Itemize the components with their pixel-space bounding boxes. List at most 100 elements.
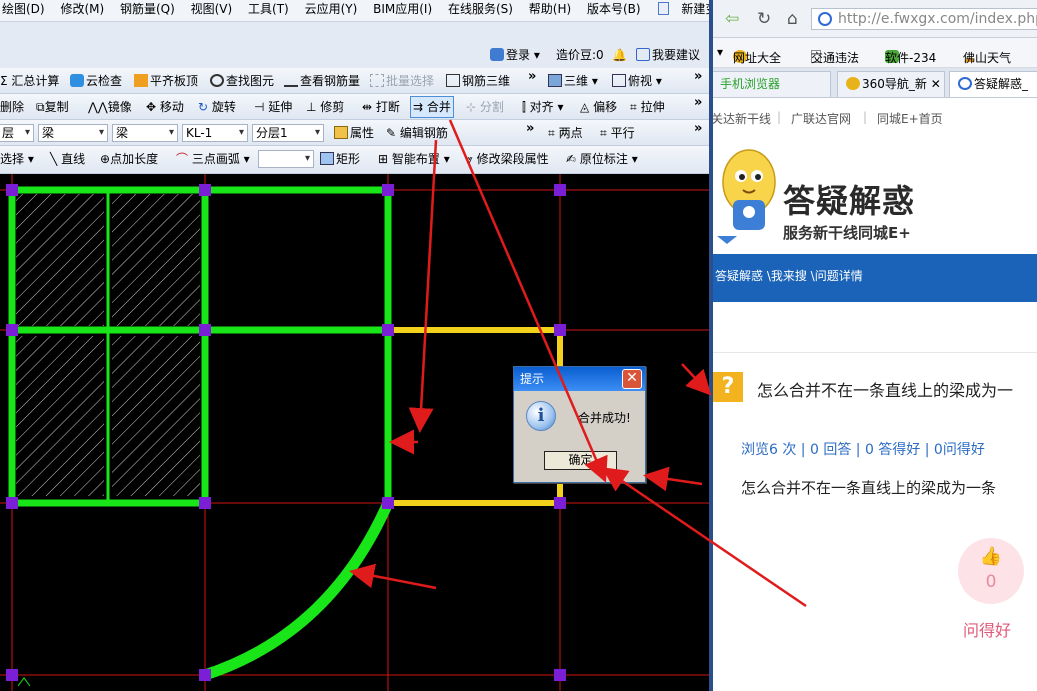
modify-span-button[interactable]: ⩔ 修改梁段属性 [466,150,549,168]
merge-label: 合并 [426,100,451,114]
summary-label: 汇总计算 [11,74,60,88]
ok-button[interactable]: 确定 [544,451,617,470]
sitenav-link-1[interactable]: 关达新干线 [713,110,771,127]
find-element-button[interactable]: 查找图元 [210,72,274,90]
element-type-select[interactable]: 梁 [38,124,108,142]
split-button[interactable]: ⊹ 分割 [466,98,504,116]
cad-application: 绘图(D) 修改(M) 钢筋量(Q) 视图(V) 工具(T) 云应用(Y) BI… [0,0,709,691]
slab-3[interactable] [16,336,104,496]
extend-label: 延伸 [268,100,293,114]
summary-button[interactable]: Σ 汇总计算 [0,72,59,90]
tab-360-nav[interactable]: 360导航_新 ✕ [837,71,945,97]
slab-4[interactable] [112,336,200,496]
login-bar: 登录 ▾ 造价豆:0 🔔 我要建议 [0,42,709,68]
merge-button[interactable]: ⇉ 合并 [410,96,454,118]
copy-button[interactable]: ⧉复制 [36,98,69,116]
bell-icon[interactable]: 🔔 [612,46,627,64]
menu-bim[interactable]: BIM应用(I) [371,0,432,18]
menu-draw[interactable]: 绘图(D) [0,0,45,18]
menu-modify[interactable]: 修改(M) [58,0,104,18]
menu-help[interactable]: 帮助(H) [527,0,571,18]
edit-rebar-button[interactable]: ✎ 编辑钢筋 [386,124,448,142]
three-point-arc-button[interactable]: ⌒ 三点画弧 ▾ [176,150,250,168]
find-icon [210,74,224,87]
back-icon[interactable]: ⇦ [725,9,739,29]
close-icon[interactable]: ✕ [622,369,642,389]
menu-version[interactable]: 版本号(B) [585,0,641,18]
rect-button[interactable]: 矩形 [320,150,360,168]
align-slab-button[interactable]: 平齐板顶 [134,72,198,90]
menu-rebar-qty[interactable]: 钢筋量(Q) [118,0,175,18]
mirror-button[interactable]: ⋀⋀镜像 [88,98,132,116]
delete-button[interactable]: 删除 [0,98,24,116]
element-name-select[interactable]: KL-1 [182,124,248,142]
toolbar-more-1b[interactable]: » [694,69,702,84]
grid-icon [446,74,460,87]
address-bar[interactable]: http://e.fwxgx.com/index.php [811,8,1037,30]
move-button[interactable]: ✥ 移动 [146,98,184,116]
smart-layout-button[interactable]: ⊞ 智能布置 ▾ [378,150,450,168]
select-dropdown[interactable]: 选择 ▾ [0,150,34,168]
tab-mobile-browser[interactable]: 手机浏览器 [713,71,831,97]
menu-online[interactable]: 在线服务(S) [446,0,513,18]
toolbar-more-3[interactable]: » [526,121,534,136]
copy-label: 复制 [44,100,69,114]
property-button[interactable]: 属性 [334,124,374,142]
like-button[interactable]: 👍 0 [958,538,1024,604]
point-length-icon: ⊕ [100,152,111,166]
offset-button[interactable]: ◬ 偏移 [580,98,617,116]
modify-span-label: 修改梁段属性 [476,152,549,166]
stretch-button[interactable]: ⌗ 拉伸 [630,98,665,116]
floor-select[interactable]: 层 [0,124,34,142]
bookmarks-menu-icon[interactable]: ▾ [717,44,723,60]
point-length-button[interactable]: ⊕点加长度 [100,150,158,168]
parallel-label: 平行 [610,126,635,140]
price-bean-label: 造价豆:0 [556,48,604,62]
menu-new-change[interactable]: 新建变更 ▾ [656,0,709,18]
inplace-mark-button[interactable]: ✍ 原位标注 ▾ [566,150,638,168]
sitenav-link-2[interactable]: 广联达官网 [791,110,851,127]
rotate-button[interactable]: ↻ 旋转 [198,98,236,116]
menu-bar: 绘图(D) 修改(M) 钢筋量(Q) 视图(V) 工具(T) 云应用(Y) BI… [0,0,709,22]
toolbar-more-2[interactable]: » [694,95,702,110]
rebar-3d-button[interactable]: 钢筋三维 [446,72,510,90]
sigma-icon: Σ [0,74,8,88]
chat-icon [636,48,650,61]
extend-button[interactable]: ⊣ 延伸 [254,98,292,116]
align-button[interactable]: ⫿ 对齐 ▾ [522,98,564,116]
menu-cloud[interactable]: 云应用(Y) [303,0,358,18]
line-button[interactable]: ╲ 直线 [50,150,85,168]
site-logo[interactable]: 答疑解惑 服务新干线同城E+ [713,140,1037,258]
view-3d-dropdown[interactable]: 三维 ▾ [548,72,598,90]
sitenav-link-3[interactable]: 同城E+首页 [877,110,943,127]
toolbar-row-2: 删除 ⧉复制 ⋀⋀镜像 ✥ 移动 ↻ 旋转 ⊣ 延伸 ⊥ 修剪 ⇹ 打断 ⇉ 合… [0,94,709,120]
toolbar-more-1[interactable]: » [528,69,536,84]
view-rebar-button[interactable]: 查看钢筋量 [284,72,360,90]
tab-qa[interactable]: 答疑解惑_ [949,71,1037,97]
menu-view[interactable]: 视图(V) [189,0,233,18]
refresh-icon[interactable]: ↻ [757,9,771,29]
trim-button[interactable]: ⊥ 修剪 [306,98,344,116]
top-view-dropdown[interactable]: 俯视 ▾ [612,72,662,90]
batch-select-button[interactable]: 批量选择 [370,72,434,90]
slab-2[interactable] [112,194,200,326]
slab-1[interactable] [16,194,104,326]
browser-navbar: ⇦ ↻ ⌂ http://e.fwxgx.com/index.php [713,0,1037,38]
login-button[interactable]: 登录 ▾ [490,46,540,64]
break-button[interactable]: ⇹ 打断 [362,98,400,116]
two-points-button[interactable]: ⌗ 两点 [548,124,583,142]
breadcrumb[interactable]: 答疑解惑 \我来搜 \问题详情 [713,254,1037,302]
cloud-check-button[interactable]: 云检查 [70,72,122,90]
arc-option-select[interactable] [258,150,314,168]
element-subtype-select[interactable]: 梁 [112,124,178,142]
layer-select[interactable]: 分层1 [252,124,324,142]
toolbar-more-3b[interactable]: » [694,121,702,136]
move-icon: ✥ [146,100,157,114]
tab-qa-label: 答疑解惑_ [974,77,1029,91]
menu-tools[interactable]: 工具(T) [246,0,289,18]
suggest-button[interactable]: 我要建议 [636,46,700,64]
site-nav: 关达新干线 | 广联达官网 | 同城E+首页 [713,98,1037,138]
parallel-button[interactable]: ⌗ 平行 [600,124,635,142]
home-icon[interactable]: ⌂ [787,9,798,29]
toolbar-row-4: 选择 ▾ ╲ 直线 ⊕点加长度 ⌒ 三点画弧 ▾ 矩形 ⊞ 智能布置 ▾ ⩔ 修… [0,146,709,174]
